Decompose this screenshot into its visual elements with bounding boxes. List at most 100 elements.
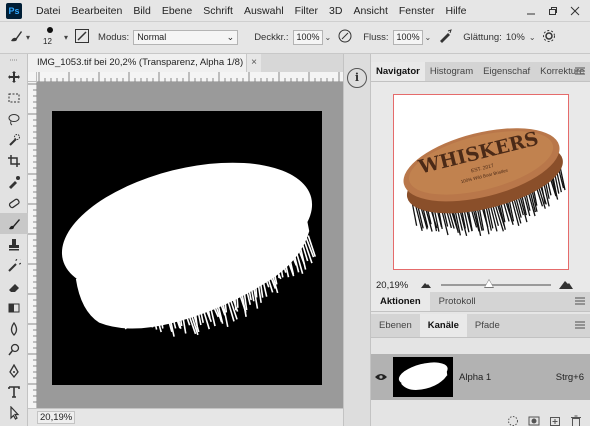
close-window-button[interactable] bbox=[564, 3, 586, 19]
visibility-eye-icon[interactable] bbox=[371, 373, 391, 381]
eyedropper-tool-icon[interactable] bbox=[0, 171, 28, 192]
pressure-opacity-icon[interactable] bbox=[337, 28, 353, 47]
flow-field[interactable]: 100% bbox=[392, 30, 423, 45]
brush-tip-icon bbox=[47, 26, 54, 33]
quick-selection-tool-icon[interactable] bbox=[0, 129, 28, 150]
flow-dropdown-icon[interactable]: ⌄ bbox=[425, 33, 432, 42]
brush-preset-dropdown-icon[interactable]: ▾ bbox=[64, 33, 68, 42]
navigator-panel-tabs: Navigator Histogram Eigenschaf Korrektur… bbox=[371, 62, 590, 82]
menu-ebene[interactable]: Ebene bbox=[162, 5, 192, 17]
tab-eigenschaften[interactable]: Eigenschaf bbox=[478, 62, 535, 81]
restore-button[interactable] bbox=[542, 3, 564, 19]
eraser-tool-icon[interactable] bbox=[0, 276, 28, 297]
photoshop-logo: Ps bbox=[6, 2, 22, 19]
navigator-zoom-row: 20,19% bbox=[371, 277, 590, 293]
channel-row-alpha1[interactable]: Alpha 1 Strg+6 bbox=[371, 354, 590, 400]
tab-strip-empty-area bbox=[261, 54, 343, 72]
menu-3d[interactable]: 3D bbox=[329, 5, 342, 17]
navigator-preview[interactable]: WHISKERS EST. 2017 100% Wild Boar Bristl… bbox=[393, 94, 569, 270]
smoothing-options-gear-icon[interactable] bbox=[542, 29, 556, 46]
crop-tool-icon[interactable] bbox=[0, 150, 28, 171]
channels-list-top bbox=[371, 338, 590, 354]
opacity-dropdown-icon[interactable]: ⌄ bbox=[325, 33, 332, 42]
menu-bild[interactable]: Bild bbox=[133, 5, 151, 17]
panel-menu-icon[interactable] bbox=[575, 66, 585, 79]
tab-kanaele[interactable]: Kanäle bbox=[419, 314, 467, 337]
channels-panel-menu-icon[interactable] bbox=[575, 320, 585, 333]
navigator-panel: Navigator Histogram Eigenschaf Korrektur… bbox=[371, 62, 590, 292]
menu-filter[interactable]: Filter bbox=[295, 5, 318, 17]
pen-tool-icon[interactable] bbox=[0, 360, 28, 381]
menu-auswahl[interactable]: Auswahl bbox=[244, 5, 284, 17]
window-controls bbox=[520, 3, 586, 19]
type-tool-icon[interactable] bbox=[0, 381, 28, 402]
channel-shortcut: Strg+6 bbox=[555, 371, 584, 383]
actions-panel-menu-icon[interactable] bbox=[575, 296, 585, 309]
tool-preset-dropdown-icon[interactable]: ▾ bbox=[26, 33, 30, 42]
menu-ansicht[interactable]: Ansicht bbox=[353, 5, 387, 17]
save-selection-icon[interactable] bbox=[528, 415, 540, 426]
gradient-tool-icon[interactable] bbox=[0, 297, 28, 318]
menu-fenster[interactable]: Fenster bbox=[399, 5, 435, 17]
menu-datei[interactable]: Datei bbox=[36, 5, 61, 17]
smoothing-value[interactable]: 10% bbox=[506, 32, 525, 43]
load-selection-icon[interactable] bbox=[507, 415, 519, 426]
chevron-down-icon: ⌄ bbox=[226, 32, 235, 42]
channels-panel-tabs: Ebenen Kanäle Pfade bbox=[371, 314, 590, 338]
brush-size-label: 12 bbox=[43, 36, 52, 46]
opacity-label: Deckkr.: bbox=[254, 32, 289, 43]
tab-aktionen[interactable]: Aktionen bbox=[371, 292, 430, 311]
opacity-field[interactable]: 100% bbox=[292, 30, 323, 45]
menu-bearbeiten[interactable]: Bearbeiten bbox=[72, 5, 123, 17]
tab-navigator[interactable]: Navigator bbox=[371, 62, 425, 81]
brush-tool-icon[interactable] bbox=[0, 213, 28, 234]
new-channel-icon[interactable] bbox=[549, 415, 561, 426]
tab-histogram[interactable]: Histogram bbox=[425, 62, 478, 81]
history-brush-tool-icon[interactable] bbox=[0, 255, 28, 276]
vertical-ruler-ticks bbox=[28, 83, 37, 403]
status-bar: 20,19% bbox=[28, 408, 343, 426]
brush-preset-picker[interactable]: 12 bbox=[40, 24, 62, 52]
close-document-button[interactable]: × bbox=[247, 54, 261, 72]
ruler-origin[interactable] bbox=[28, 72, 37, 82]
document-tab[interactable]: IMG_1053.tif bei 20,2% (Transparenz, Alp… bbox=[28, 54, 247, 72]
status-zoom-field[interactable]: 20,19% bbox=[37, 411, 76, 424]
dodge-tool-icon[interactable] bbox=[0, 339, 28, 360]
healing-brush-tool-icon[interactable] bbox=[0, 192, 28, 213]
collapsed-panel-strip: i bbox=[343, 54, 371, 426]
mode-value: Normal bbox=[137, 32, 167, 42]
mode-label: Modus: bbox=[98, 32, 130, 43]
marquee-tool-icon[interactable] bbox=[0, 87, 28, 108]
smoothing-dropdown-icon[interactable]: ⌄ bbox=[529, 33, 536, 42]
horizontal-ruler-ticks bbox=[38, 72, 340, 82]
mode-select[interactable]: Normal ⌄ bbox=[133, 30, 239, 45]
lasso-tool-icon[interactable] bbox=[0, 108, 28, 129]
document-tab-title: IMG_1053.tif bei 20,2% (Transparenz, Alp… bbox=[37, 57, 247, 68]
tab-protokoll[interactable]: Protokoll bbox=[430, 292, 485, 311]
info-panel-icon[interactable]: i bbox=[347, 68, 367, 88]
brush-settings-icon[interactable] bbox=[74, 28, 90, 47]
clone-stamp-tool-icon[interactable] bbox=[0, 234, 28, 255]
vertical-ruler[interactable] bbox=[28, 82, 37, 408]
navigator-zoom-slider[interactable] bbox=[441, 284, 551, 286]
zoom-out-mountain-icon[interactable] bbox=[421, 280, 431, 291]
brush-tool-icon bbox=[8, 28, 24, 47]
menu-schrift[interactable]: Schrift bbox=[203, 5, 233, 17]
zoom-in-mountain-icon[interactable] bbox=[559, 278, 573, 292]
minimize-button[interactable] bbox=[520, 3, 542, 19]
tools-collapse-handle[interactable] bbox=[0, 54, 28, 66]
horizontal-ruler[interactable] bbox=[37, 72, 343, 82]
tab-pfade[interactable]: Pfade bbox=[467, 314, 508, 337]
path-selection-tool-icon[interactable] bbox=[0, 402, 28, 423]
menu-bar: Ps Datei Bearbeiten Bild Ebene Schrift A… bbox=[0, 0, 590, 22]
document-canvas[interactable] bbox=[52, 111, 322, 385]
menu-hilfe[interactable]: Hilfe bbox=[446, 5, 467, 17]
move-tool-icon[interactable] bbox=[0, 66, 28, 87]
actions-panel: Aktionen Protokoll bbox=[371, 292, 590, 312]
blur-tool-icon[interactable] bbox=[0, 318, 28, 339]
channel-name: Alpha 1 bbox=[459, 371, 492, 383]
airbrush-icon[interactable] bbox=[437, 28, 453, 47]
navigator-zoom-value[interactable]: 20,19% bbox=[376, 280, 416, 291]
tab-ebenen[interactable]: Ebenen bbox=[371, 314, 420, 337]
trash-icon[interactable] bbox=[570, 415, 582, 426]
